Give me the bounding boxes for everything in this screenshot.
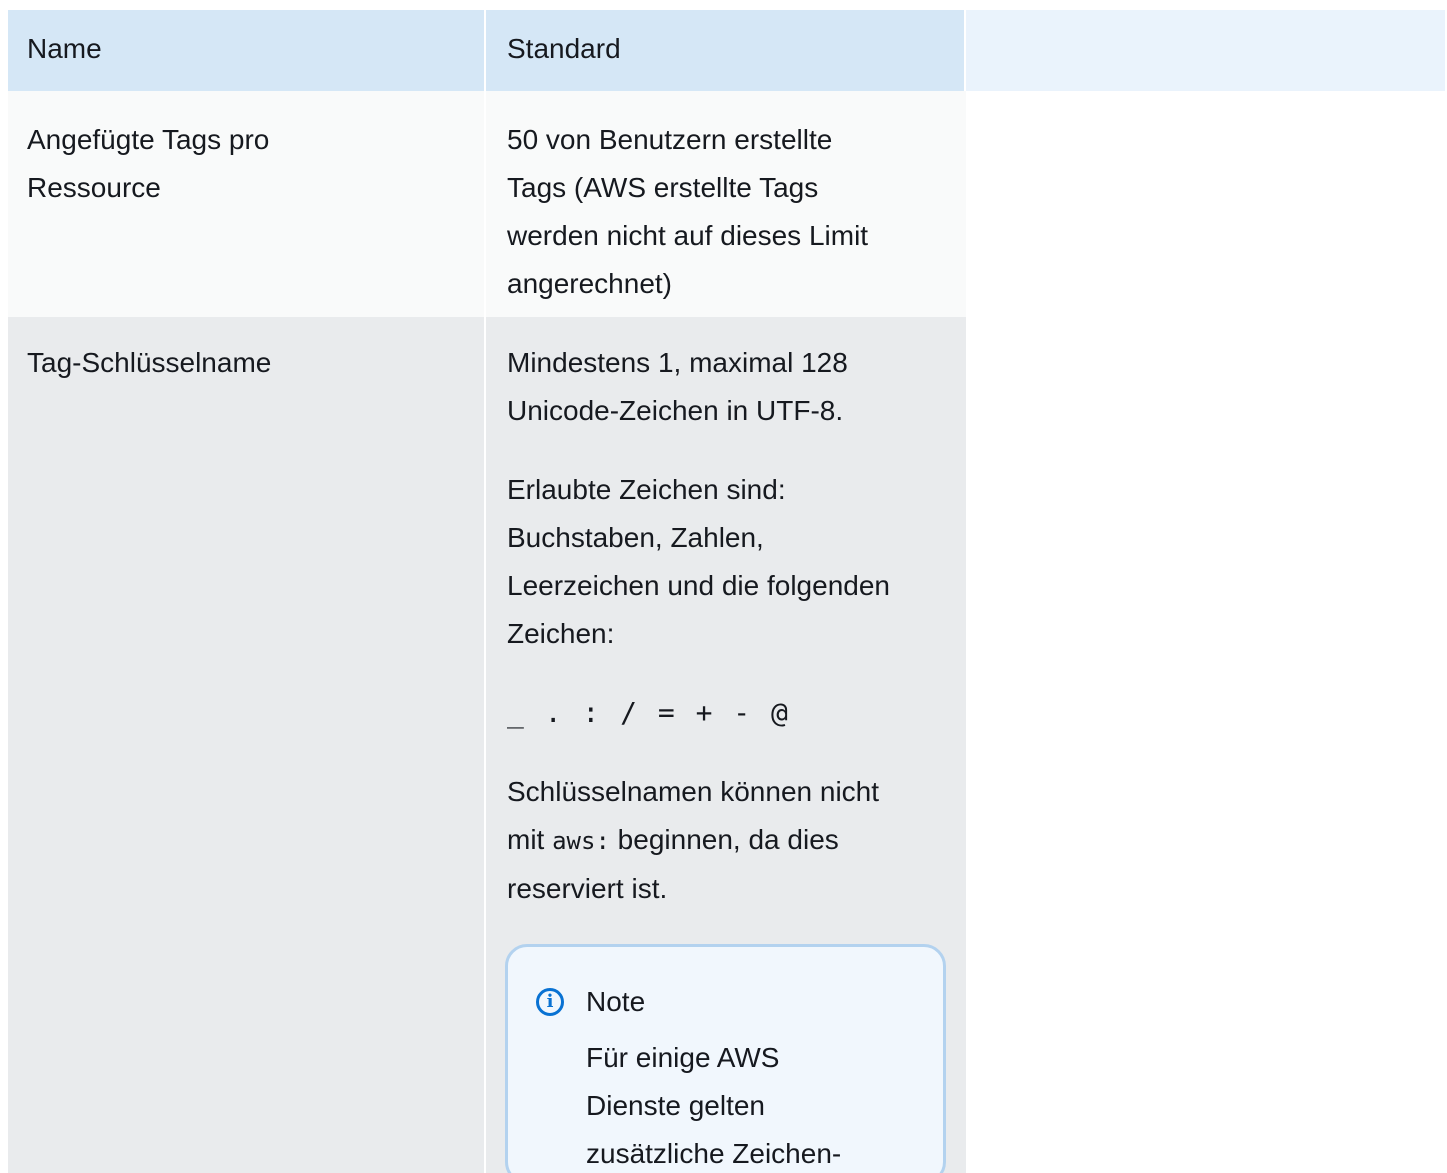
inline-code-aws: aws: [552,827,610,855]
cell-text-line: 50 von Benutzern erstellte [507,124,833,155]
cell-text-line: Schlüsselnamen können nicht [507,776,880,807]
cell-text-line: Leerzeichen und die folgenden [507,570,890,601]
cell-text-line: Buchstaben, Zahlen, [507,522,764,553]
cell-text-line-with-code: mit aws: beginnen, da dies [507,816,947,865]
cell-text-line: Tags (AWS erstellte Tags [507,172,819,203]
info-icon: i [536,988,564,1016]
paragraph-reserved-prefix: Schlüsselnamen können nicht mit aws: beg… [507,768,947,913]
table-row: Tag-Schlüsselname Mindestens 1, maximal … [8,317,1445,1173]
note-title: Note [586,986,646,1017]
cell-text-line: Angefügte Tags pro [27,124,270,155]
table-row: Angefügte Tags pro Ressource 50 von Benu… [8,91,1445,317]
note-text-line: Dienste gelten [586,1090,766,1121]
cell-text-line: reserviert ist. [507,873,668,904]
header-name-label: Name [27,33,102,64]
cell-text-line: Zeichen: [507,618,615,649]
paragraph-allowed-chars: Erlaubte Zeichen sind: Buchstaben, Zahle… [507,466,947,658]
cell-text-line: Unicode-Zeichen in UTF-8. [507,395,844,426]
cell-text-line: werden nicht auf dieses Limit [507,220,869,251]
cell-text-line: Tag-Schlüsselname [27,347,272,378]
text-fragment: beginnen, da dies [609,824,839,855]
cell-text-line: angerechnet) [507,268,673,299]
header-cell-empty [966,10,1445,91]
cell-empty [966,317,1445,1173]
note-text-line: zusätzliche Zeichen- [586,1138,842,1169]
header-cell-standard: Standard [486,10,966,91]
header-standard-label: Standard [507,33,621,64]
text-fragment: mit [507,824,553,855]
cell-standard: Mindestens 1, maximal 128 Unicode-Zeiche… [486,317,966,1173]
note-body: Für einige AWS Dienste gelten zusätzlich… [536,1034,923,1173]
allowed-characters-code: _ . : / = + - @ [507,696,788,729]
cell-standard: 50 von Benutzern erstellte Tags (AWS ers… [486,91,966,317]
cell-text-line: Erlaubte Zeichen sind: [507,474,786,505]
paragraph-length-limits: Mindestens 1, maximal 128 Unicode-Zeiche… [507,339,947,435]
cell-name: Tag-Schlüsselname [8,317,486,1173]
cell-text-line: Mindestens 1, maximal 128 [507,347,848,378]
cell-text-line: Ressource [27,172,161,203]
limits-table: Name Standard Angefügte Tags pro Ressour… [8,10,1445,1173]
note-text-line: Für einige AWS [586,1042,780,1073]
note-header: i Note [536,982,923,1022]
cell-empty [966,91,1445,317]
cell-name: Angefügte Tags pro Ressource [8,91,486,317]
note-callout: i Note Für einige AWS Dienste gelten zus… [505,944,946,1173]
header-cell-name: Name [8,10,486,91]
table-header-row: Name Standard [8,10,1445,91]
